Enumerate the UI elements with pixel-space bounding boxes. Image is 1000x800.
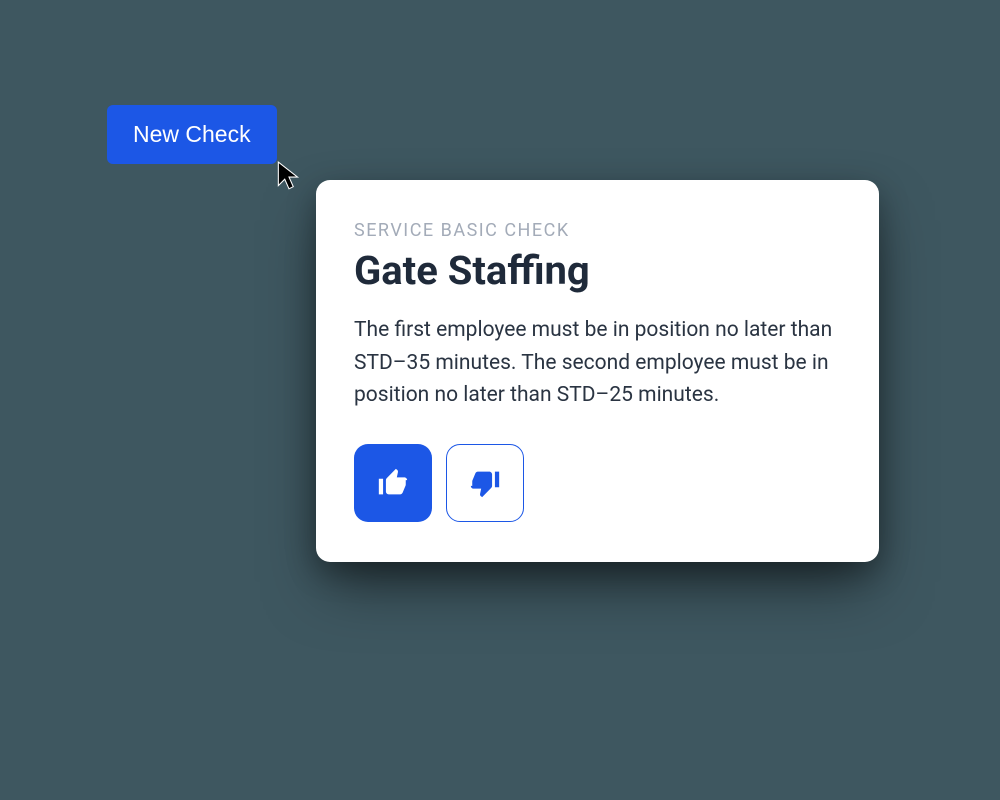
new-check-button[interactable]: New Check — [107, 105, 277, 164]
card-category: SERVICE BASIC CHECK — [354, 220, 841, 241]
thumbs-up-icon — [376, 466, 410, 500]
card-actions — [354, 444, 841, 522]
check-card: SERVICE BASIC CHECK Gate Staffing The fi… — [316, 180, 879, 562]
cursor-icon — [276, 160, 302, 192]
card-title: Gate Staffing — [354, 247, 841, 294]
thumbs-down-button[interactable] — [446, 444, 524, 522]
card-description: The first employee must be in position n… — [354, 314, 841, 412]
thumbs-down-icon — [468, 466, 502, 500]
thumbs-up-button[interactable] — [354, 444, 432, 522]
